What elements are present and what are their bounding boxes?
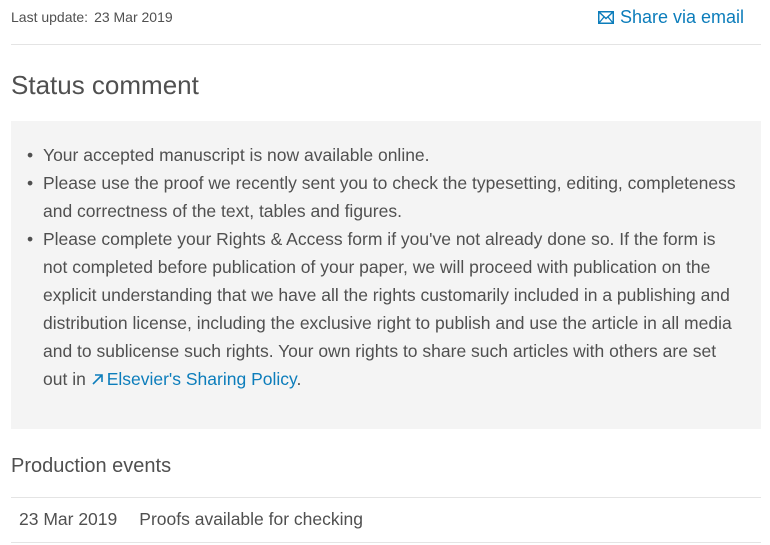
sharing-policy-suffix: . [296, 369, 302, 389]
sharing-policy-label: Elsevier's Sharing Policy [106, 369, 297, 389]
last-update-date: 23 Mar 2019 [94, 9, 173, 25]
envelope-icon [597, 11, 614, 24]
status-item-manuscript: Your accepted manuscript is now availabl… [25, 141, 740, 169]
last-update: Last update: 23 Mar 2019 [11, 9, 173, 25]
production-events-table: 23 Mar 2019 Proofs available for checking [11, 497, 761, 543]
sharing-policy-link[interactable]: Elsevier's Sharing Policy [91, 369, 297, 389]
status-item-rights: Please complete your Rights & Access for… [25, 225, 740, 393]
production-events-heading: Production events [11, 455, 172, 477]
share-via-email-link[interactable]: Share via email [597, 7, 744, 28]
external-arrow-icon [92, 374, 103, 385]
status-item-rights-text: Please complete your Rights & Access for… [43, 229, 732, 389]
status-comment-heading: Status comment [11, 70, 199, 100]
top-bar: Last update: 23 Mar 2019 Share via email [11, 0, 761, 45]
table-row: 23 Mar 2019 Proofs available for checking [19, 509, 363, 530]
status-comment-box: Your accepted manuscript is now availabl… [11, 121, 761, 429]
event-description: Proofs available for checking [139, 509, 363, 529]
last-update-label: Last update: [11, 9, 89, 25]
status-list: Your accepted manuscript is now availabl… [25, 141, 740, 393]
status-item-proof: Please use the proof we recently sent yo… [25, 169, 740, 225]
page: Last update: 23 Mar 2019 Share via email … [0, 0, 770, 545]
share-label: Share via email [619, 7, 744, 27]
event-date: 23 Mar 2019 [19, 509, 118, 529]
